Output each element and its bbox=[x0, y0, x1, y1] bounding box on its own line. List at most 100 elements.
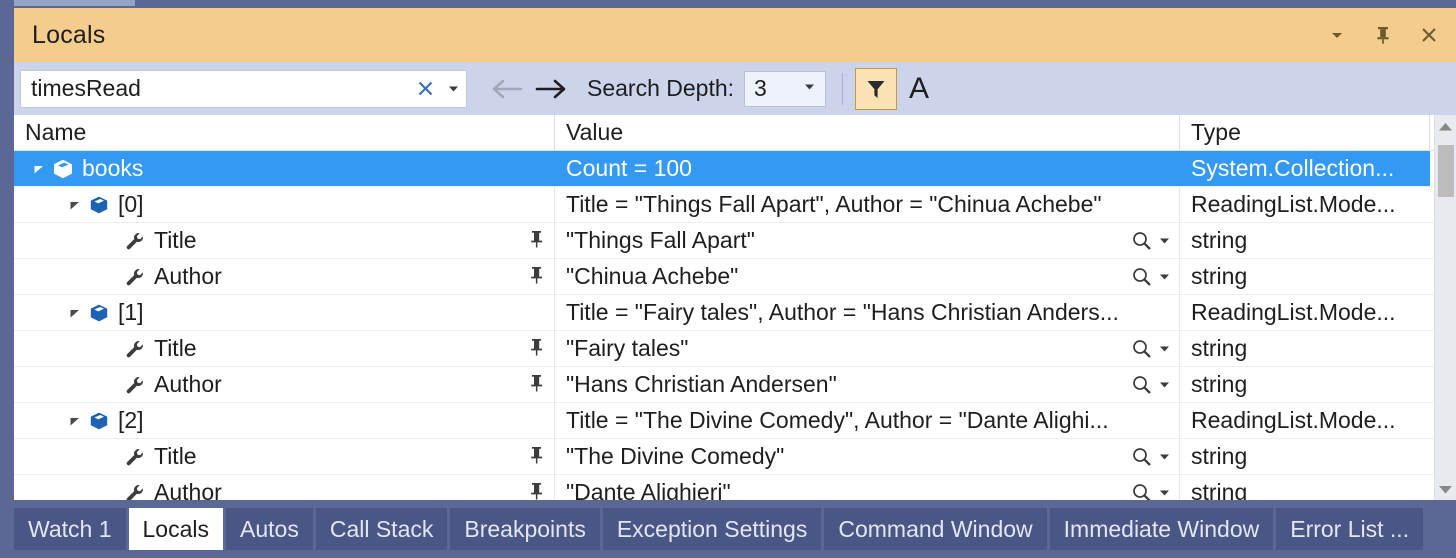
expander-collapse-icon[interactable] bbox=[64, 199, 86, 211]
column-header-name[interactable]: Name bbox=[14, 115, 555, 150]
cell-name[interactable]: books bbox=[14, 151, 555, 186]
chevron-down-icon bbox=[1160, 454, 1169, 460]
magnifier-visualizer-button[interactable] bbox=[1131, 338, 1153, 360]
cell-name[interactable]: Title bbox=[14, 439, 555, 474]
cell-name[interactable]: Title bbox=[14, 223, 555, 258]
cell-name[interactable]: [0] bbox=[14, 187, 555, 222]
debug-tab-exception-settings[interactable]: Exception Settings bbox=[602, 508, 822, 550]
visualizer-dropdown-button[interactable] bbox=[1158, 270, 1171, 283]
cell-value[interactable]: "Dante Alighieri" bbox=[555, 475, 1180, 500]
cell-name[interactable]: Title bbox=[14, 331, 555, 366]
expander-collapse-icon[interactable] bbox=[64, 307, 86, 319]
variable-name-label: books bbox=[82, 155, 144, 181]
search-previous-button[interactable] bbox=[485, 69, 529, 109]
visualizer-dropdown-button[interactable] bbox=[1158, 486, 1171, 499]
funnel-icon bbox=[867, 80, 885, 98]
cell-name[interactable]: [2] bbox=[14, 403, 555, 438]
visualizer-dropdown-button[interactable] bbox=[1158, 234, 1171, 247]
visualizer-dropdown-button[interactable] bbox=[1158, 342, 1171, 355]
magnifier-visualizer-button[interactable] bbox=[1131, 482, 1153, 500]
cell-value[interactable]: Title = "The Divine Comedy", Author = "D… bbox=[555, 403, 1180, 438]
table-row[interactable]: Title "Fairy tales" string bbox=[14, 331, 1456, 367]
magnifier-visualizer-button[interactable] bbox=[1131, 374, 1153, 396]
search-input[interactable] bbox=[21, 70, 410, 107]
visualizer-dropdown-button[interactable] bbox=[1158, 450, 1171, 463]
table-row[interactable]: books Count = 100 System.Collection... bbox=[14, 151, 1456, 187]
column-header-type[interactable]: Type bbox=[1180, 115, 1430, 150]
cell-value[interactable]: Count = 100 bbox=[555, 151, 1180, 186]
close-window-button[interactable] bbox=[1414, 18, 1444, 52]
debug-tab-locals[interactable]: Locals bbox=[128, 508, 223, 550]
table-row[interactable]: Author "Hans Christian Andersen" string bbox=[14, 367, 1456, 403]
magnifier-visualizer-button[interactable] bbox=[1131, 266, 1153, 288]
debug-tab-breakpoints[interactable]: Breakpoints bbox=[450, 508, 600, 550]
object-icon bbox=[86, 411, 112, 431]
cell-name[interactable]: Author bbox=[14, 259, 555, 294]
chevron-down-icon bbox=[1332, 33, 1342, 38]
cell-value[interactable]: "The Divine Comedy" bbox=[555, 439, 1180, 474]
variable-name-label: [2] bbox=[118, 407, 144, 433]
search-depth-select[interactable]: 3 bbox=[744, 70, 827, 107]
format-specifier-button[interactable]: A bbox=[897, 68, 941, 110]
window-menu-button[interactable] bbox=[1322, 18, 1352, 52]
pin-to-source-icon[interactable] bbox=[529, 227, 544, 254]
visualizer-dropdown-button[interactable] bbox=[1158, 378, 1171, 391]
scroll-down-button[interactable] bbox=[1435, 478, 1456, 500]
filter-toggle-button[interactable] bbox=[855, 67, 898, 110]
table-row[interactable]: [1] Title = "Fairy tales", Author = "Hans… bbox=[14, 295, 1456, 331]
debug-tab-command-window[interactable]: Command Window bbox=[824, 508, 1047, 550]
object-icon bbox=[86, 195, 112, 215]
debug-tab-autos[interactable]: Autos bbox=[226, 508, 313, 550]
expander-collapse-icon[interactable] bbox=[28, 163, 50, 175]
chevron-down-icon bbox=[1160, 346, 1169, 352]
search-next-button[interactable] bbox=[529, 69, 573, 109]
object-icon bbox=[90, 412, 108, 429]
cell-value[interactable]: Title = "Fairy tales", Author = "Hans Ch… bbox=[555, 295, 1180, 330]
debug-tab-immediate-window[interactable]: Immediate Window bbox=[1049, 508, 1274, 550]
table-row[interactable]: [2] Title = "The Divine Comedy", Author =… bbox=[14, 403, 1456, 439]
triangle-expanded-icon bbox=[70, 201, 79, 209]
cell-value[interactable]: "Things Fall Apart" bbox=[555, 223, 1180, 258]
pin-to-source-icon[interactable] bbox=[529, 479, 544, 500]
search-icon bbox=[1133, 447, 1151, 466]
scrollbar-thumb[interactable] bbox=[1438, 145, 1454, 197]
debug-tab-error-list[interactable]: Error List ... bbox=[1276, 508, 1424, 550]
cell-name[interactable]: Author bbox=[14, 475, 555, 500]
variable-name-label: Title bbox=[154, 227, 197, 253]
pin-to-source-icon[interactable] bbox=[529, 335, 544, 362]
debug-tab-watch-1[interactable]: Watch 1 bbox=[14, 508, 126, 550]
magnifier-visualizer-button[interactable] bbox=[1131, 446, 1153, 468]
table-row[interactable]: Title "Things Fall Apart" string bbox=[14, 223, 1456, 259]
cell-type: string bbox=[1180, 475, 1430, 500]
variable-value-label: Title = "Fairy tales", Author = "Hans Ch… bbox=[566, 299, 1119, 325]
pin-icon bbox=[1377, 27, 1389, 44]
table-row[interactable]: Author "Dante Alighieri" string bbox=[14, 475, 1456, 500]
cell-value[interactable]: "Fairy tales" bbox=[555, 331, 1180, 366]
variable-type-label: string bbox=[1191, 371, 1248, 397]
debug-tab-call-stack[interactable]: Call Stack bbox=[315, 508, 448, 550]
cell-name[interactable]: [1] bbox=[14, 295, 555, 330]
cell-value[interactable]: "Chinua Achebe" bbox=[555, 259, 1180, 294]
pin-to-source-icon[interactable] bbox=[529, 443, 544, 470]
search-options-dropdown[interactable] bbox=[440, 71, 466, 107]
search-box[interactable] bbox=[20, 69, 467, 108]
expander-collapse-icon[interactable] bbox=[64, 415, 86, 427]
magnifier-visualizer-button[interactable] bbox=[1131, 230, 1153, 252]
clear-search-button[interactable] bbox=[410, 71, 440, 107]
pin-to-source-icon[interactable] bbox=[529, 371, 544, 398]
triangle-expanded-icon bbox=[70, 417, 79, 425]
table-row[interactable]: Title "The Divine Comedy" string bbox=[14, 439, 1456, 475]
scroll-up-button[interactable] bbox=[1435, 115, 1456, 137]
table-row[interactable]: Author "Chinua Achebe" string bbox=[14, 259, 1456, 295]
cell-type: string bbox=[1180, 331, 1430, 366]
title-bar-actions bbox=[1322, 8, 1444, 62]
pin-to-source-icon[interactable] bbox=[529, 263, 544, 290]
variable-type-label: string bbox=[1191, 227, 1248, 253]
cell-name[interactable]: Author bbox=[14, 367, 555, 402]
column-header-value[interactable]: Value bbox=[555, 115, 1180, 150]
table-row[interactable]: [0] Title = "Things Fall Apart", Author =… bbox=[14, 187, 1456, 223]
vertical-scrollbar[interactable] bbox=[1434, 115, 1456, 500]
cell-value[interactable]: Title = "Things Fall Apart", Author = "C… bbox=[555, 187, 1180, 222]
pin-window-button[interactable] bbox=[1368, 18, 1398, 52]
cell-value[interactable]: "Hans Christian Andersen" bbox=[555, 367, 1180, 402]
